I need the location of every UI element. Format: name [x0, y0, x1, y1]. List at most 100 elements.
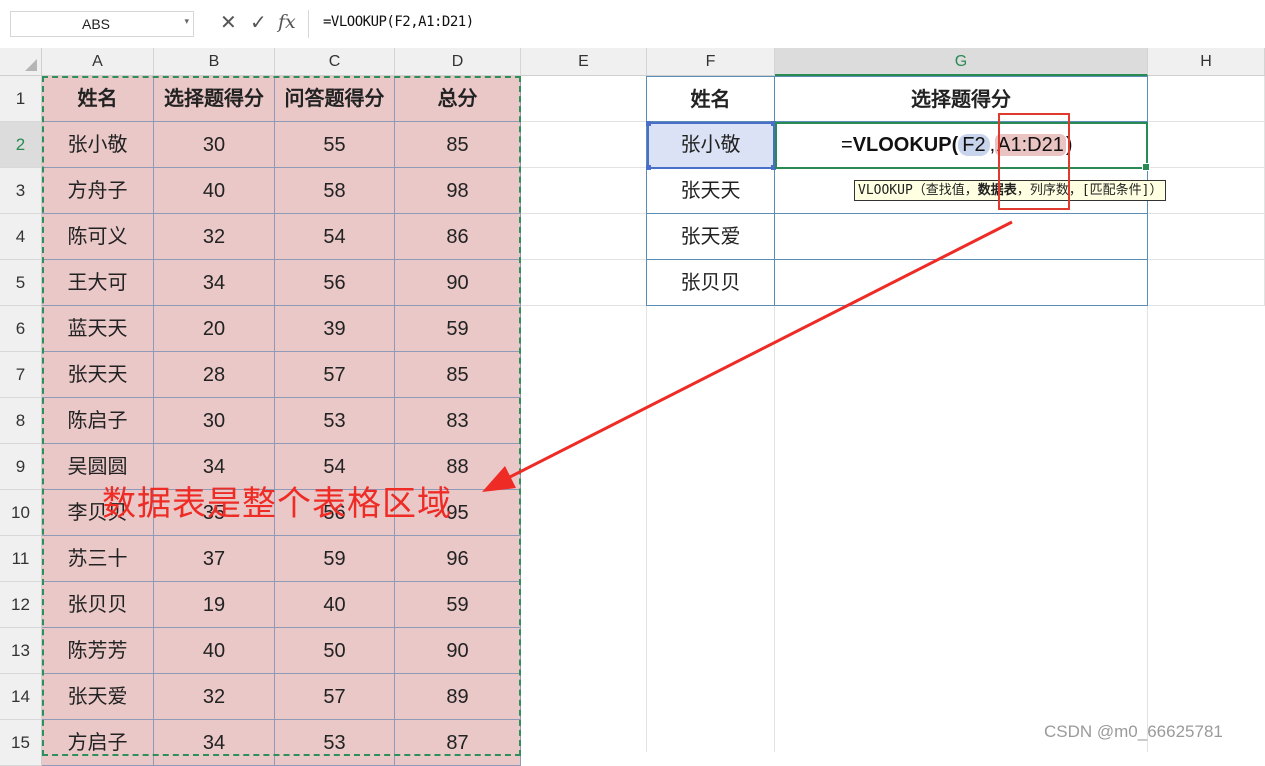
table-cell[interactable]: 张天爱 [42, 674, 154, 720]
row-header-15[interactable]: 15 [0, 720, 42, 766]
row-header-13[interactable]: 13 [0, 628, 42, 674]
table-cell[interactable]: 54 [275, 214, 395, 260]
table-cell[interactable]: 56 [275, 260, 395, 306]
table-cell[interactable]: 85 [395, 122, 521, 168]
lookup-header-score[interactable]: 选择题得分 [775, 76, 1148, 122]
table-cell[interactable]: 85 [395, 352, 521, 398]
empty-cell[interactable] [521, 214, 647, 260]
table-cell[interactable]: 王大可 [42, 260, 154, 306]
lookup-header-name[interactable]: 姓名 [647, 76, 775, 122]
table-cell[interactable]: 32 [154, 214, 275, 260]
row-header-10[interactable]: 10 [0, 490, 42, 536]
row-header-14[interactable]: 14 [0, 674, 42, 720]
table-cell[interactable]: 28 [154, 352, 275, 398]
row-header-7[interactable]: 7 [0, 352, 42, 398]
table-cell[interactable]: 20 [154, 306, 275, 352]
table-cell[interactable]: 方舟子 [42, 168, 154, 214]
row-header-8[interactable]: 8 [0, 398, 42, 444]
table-cell[interactable]: 陈可义 [42, 214, 154, 260]
column-header-h[interactable]: H [1148, 48, 1265, 76]
row-header-9[interactable]: 9 [0, 444, 42, 490]
table-cell[interactable]: 53 [275, 398, 395, 444]
table-cell[interactable]: 98 [395, 168, 521, 214]
table-header-cell[interactable]: 总分 [395, 76, 521, 122]
lookup-score-cell[interactable] [775, 214, 1148, 260]
row-header-2[interactable]: 2 [0, 122, 42, 168]
table-cell[interactable]: 57 [275, 352, 395, 398]
table-cell[interactable]: 32 [154, 674, 275, 720]
table-cell[interactable]: 89 [395, 674, 521, 720]
empty-cell[interactable] [1148, 214, 1265, 260]
row-header-1[interactable]: 1 [0, 76, 42, 122]
lookup-name-cell[interactable]: 张天天 [647, 168, 775, 214]
table-cell[interactable]: 59 [275, 536, 395, 582]
empty-cell[interactable] [1148, 260, 1265, 306]
fill-handle[interactable] [1142, 163, 1150, 171]
table-cell[interactable]: 张贝贝 [42, 582, 154, 628]
table-cell[interactable]: 50 [275, 628, 395, 674]
empty-cell[interactable] [1148, 122, 1265, 168]
table-cell[interactable]: 蓝天天 [42, 306, 154, 352]
table-cell[interactable]: 方启子 [42, 720, 154, 766]
lookup-score-cell[interactable] [775, 260, 1148, 306]
table-cell[interactable]: 58 [275, 168, 395, 214]
active-cell-editor[interactable]: =VLOOKUP(F2, A1:D21) [775, 122, 1150, 171]
table-cell[interactable]: 30 [154, 122, 275, 168]
table-cell[interactable]: 张小敬 [42, 122, 154, 168]
table-cell[interactable]: 30 [154, 398, 275, 444]
table-cell[interactable]: 34 [154, 260, 275, 306]
table-cell[interactable]: 张天天 [42, 352, 154, 398]
chevron-down-icon[interactable]: ▾ [184, 17, 189, 27]
table-cell[interactable]: 40 [154, 628, 275, 674]
column-header-e[interactable]: E [521, 48, 647, 76]
table-header-cell[interactable]: 姓名 [42, 76, 154, 122]
column-header-b[interactable]: B [154, 48, 275, 76]
row-header-12[interactable]: 12 [0, 582, 42, 628]
table-cell[interactable]: 34 [154, 720, 275, 766]
table-cell[interactable]: 83 [395, 398, 521, 444]
column-header-f[interactable]: F [647, 48, 775, 76]
lookup-name-cell[interactable]: 张小敬 [647, 122, 775, 168]
empty-cell[interactable] [521, 76, 647, 122]
empty-cell[interactable] [521, 260, 647, 306]
table-cell[interactable]: 37 [154, 536, 275, 582]
formula-input[interactable]: =VLOOKUP(F2,A1:D21) [308, 10, 1265, 38]
table-cell[interactable]: 57 [275, 674, 395, 720]
table-cell[interactable]: 40 [154, 168, 275, 214]
column-header-g[interactable]: G [775, 48, 1148, 76]
table-cell[interactable]: 19 [154, 582, 275, 628]
fx-icon[interactable]: fx [278, 11, 296, 33]
table-cell[interactable]: 40 [275, 582, 395, 628]
cancel-icon[interactable]: ✕ [220, 10, 237, 34]
row-header-4[interactable]: 4 [0, 214, 42, 260]
table-cell[interactable]: 55 [275, 122, 395, 168]
table-cell[interactable]: 59 [395, 306, 521, 352]
table-cell[interactable]: 87 [395, 720, 521, 766]
table-cell[interactable]: 39 [275, 306, 395, 352]
table-cell[interactable]: 90 [395, 628, 521, 674]
lookup-name-cell[interactable]: 张天爱 [647, 214, 775, 260]
table-header-cell[interactable]: 问答题得分 [275, 76, 395, 122]
column-header-c[interactable]: C [275, 48, 395, 76]
table-cell[interactable]: 53 [275, 720, 395, 766]
confirm-icon[interactable]: ✓ [250, 10, 267, 34]
table-header-cell[interactable]: 选择题得分 [154, 76, 275, 122]
row-header-5[interactable]: 5 [0, 260, 42, 306]
table-cell[interactable]: 陈芳芳 [42, 628, 154, 674]
select-all-corner[interactable] [0, 48, 42, 76]
table-cell[interactable]: 陈启子 [42, 398, 154, 444]
column-header-d[interactable]: D [395, 48, 521, 76]
empty-cell[interactable] [521, 168, 647, 214]
row-header-11[interactable]: 11 [0, 536, 42, 582]
table-cell[interactable]: 59 [395, 582, 521, 628]
table-cell[interactable]: 96 [395, 536, 521, 582]
lookup-name-cell[interactable]: 张贝贝 [647, 260, 775, 306]
table-cell[interactable]: 90 [395, 260, 521, 306]
column-header-a[interactable]: A [42, 48, 154, 76]
table-cell[interactable]: 86 [395, 214, 521, 260]
row-header-3[interactable]: 3 [0, 168, 42, 214]
table-cell[interactable]: 苏三十 [42, 536, 154, 582]
empty-cell[interactable] [1148, 76, 1265, 122]
row-header-6[interactable]: 6 [0, 306, 42, 352]
name-box[interactable]: ABS ▾ [10, 11, 194, 37]
